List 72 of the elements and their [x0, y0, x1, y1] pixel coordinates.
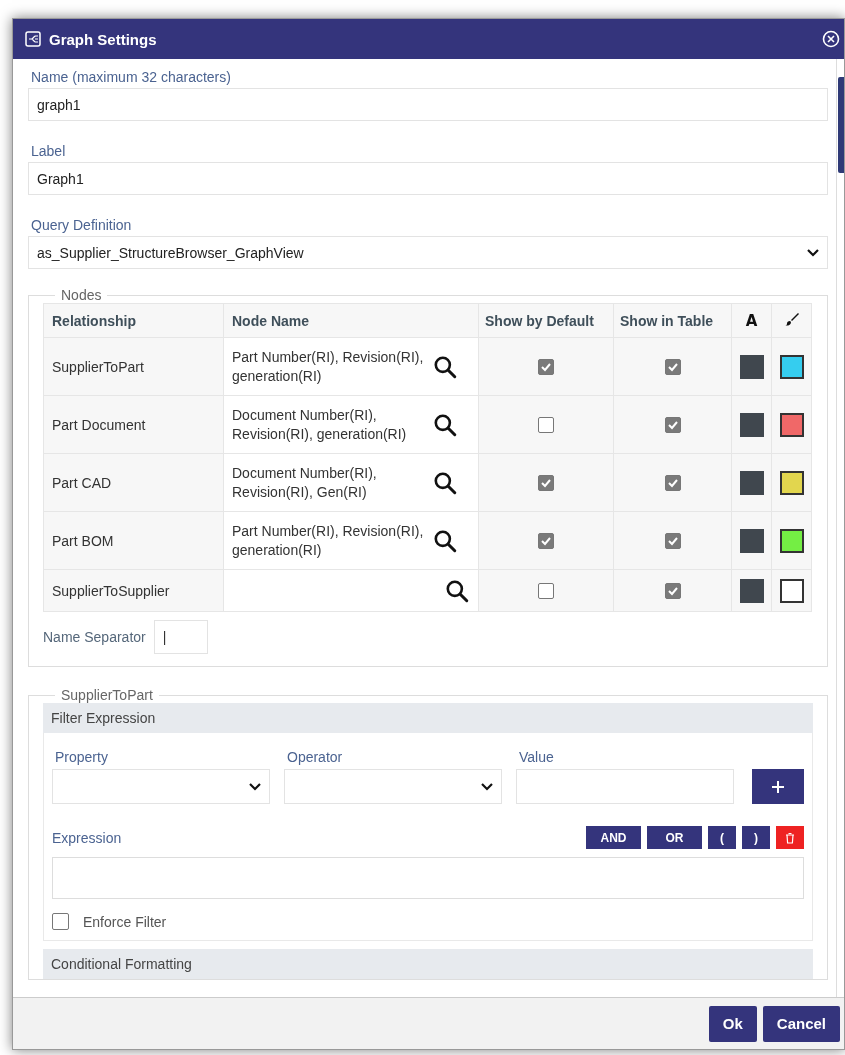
- fill-color-swatch[interactable]: [779, 528, 804, 553]
- chevron-down-icon: [807, 248, 819, 257]
- fill-color-swatch[interactable]: [779, 354, 804, 379]
- trash-icon: [785, 831, 795, 844]
- table-cell-text: Document Number(RI), Revision(RI), Gen(RI): [232, 463, 378, 502]
- table-cell: Part BOM: [43, 511, 224, 570]
- field-label: Query Definition: [30, 216, 133, 235]
- operator-button[interactable]: AND: [586, 826, 641, 849]
- font-color-swatch[interactable]: [739, 354, 764, 379]
- input-field[interactable]: Graph1: [28, 162, 828, 195]
- checkbox[interactable]: [664, 583, 681, 600]
- checkbox[interactable]: [538, 475, 554, 492]
- operator-button[interactable]: ): [742, 826, 770, 849]
- table-cell: SupplierToSupplier: [43, 569, 224, 612]
- table-cell-text: Part Number(RI), Revision(RI), generation(RI): [232, 521, 425, 560]
- scrollbar[interactable]: [836, 59, 844, 997]
- checkbox[interactable]: [52, 913, 69, 930]
- dialog-button[interactable]: Ok: [708, 1005, 757, 1042]
- paintbrush-icon: [784, 312, 799, 326]
- dropdown[interactable]: as_Supplier_StructureBrowser_GraphView: [28, 236, 828, 269]
- column-header: Show by Default: [478, 303, 614, 338]
- dialog-button[interactable]: Cancel: [762, 1005, 840, 1042]
- font-color-swatch[interactable]: [739, 470, 764, 495]
- table-cell: Part Document: [43, 395, 224, 454]
- fill-color-swatch[interactable]: [779, 470, 804, 495]
- operator-button[interactable]: (: [708, 826, 736, 849]
- input-field[interactable]: [516, 769, 734, 804]
- field-label: Label: [30, 142, 67, 161]
- panel-legend: Nodes: [55, 287, 108, 303]
- checkbox[interactable]: [538, 583, 554, 600]
- delete-button[interactable]: [776, 826, 804, 849]
- column-header: Relationship: [43, 303, 224, 338]
- table-cell: SupplierToPart: [43, 337, 224, 396]
- checkbox[interactable]: [538, 417, 554, 434]
- checkbox-label: Enforce Filter: [83, 913, 167, 930]
- section-header: Conditional Formatting: [43, 949, 813, 979]
- font-color-swatch[interactable]: [739, 412, 764, 437]
- operator-button[interactable]: OR: [647, 826, 702, 849]
- close-icon[interactable]: [822, 30, 840, 48]
- checkbox[interactable]: [664, 475, 681, 492]
- checkbox[interactable]: [538, 533, 554, 550]
- column-header: Node Name: [223, 303, 479, 338]
- panel-legend: SupplierToPart: [55, 687, 159, 703]
- field-label: Operator: [286, 748, 344, 767]
- chevron-down-icon: [481, 782, 493, 791]
- plus-icon: [771, 779, 785, 794]
- input-field[interactable]: |: [153, 620, 208, 654]
- checkbox[interactable]: [664, 359, 681, 376]
- input-field[interactable]: graph1: [28, 88, 828, 121]
- table-cell: Part CAD: [43, 453, 224, 512]
- graph-window-icon: [25, 31, 41, 47]
- field-label: Property: [54, 748, 109, 767]
- add-button[interactable]: [752, 769, 804, 804]
- checkbox[interactable]: [538, 359, 554, 376]
- column-header: Show in Table: [613, 303, 732, 338]
- table-cell-text: Part Number(RI), Revision(RI), generation(RI): [232, 347, 425, 386]
- chevron-down-icon: [249, 782, 261, 791]
- font-color-swatch[interactable]: [739, 528, 764, 553]
- font-color-swatch[interactable]: [739, 578, 764, 603]
- field-label: Name Separator: [43, 629, 146, 645]
- section-header: Filter Expression: [43, 703, 813, 733]
- field-label: Name (maximum 32 characters): [30, 68, 232, 87]
- field-label: Expression: [52, 829, 122, 846]
- fill-color-swatch[interactable]: [779, 412, 804, 437]
- window-title: Graph Settings: [49, 30, 158, 48]
- table-cell-text: Document Number(RI), Revision(RI), generation(RI): [232, 405, 408, 444]
- expression-field[interactable]: [52, 857, 804, 899]
- column-header: A: [745, 311, 758, 330]
- fill-color-swatch[interactable]: [779, 578, 804, 603]
- field-label: Value: [518, 748, 555, 767]
- checkbox[interactable]: [664, 533, 681, 550]
- checkbox[interactable]: [664, 417, 681, 434]
